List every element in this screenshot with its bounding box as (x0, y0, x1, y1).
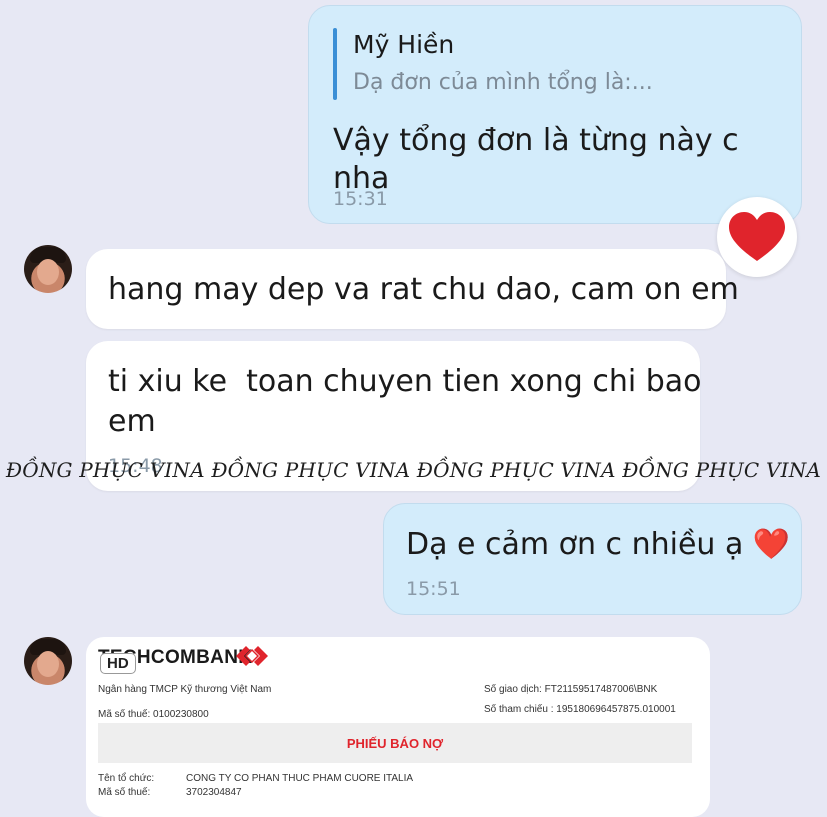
org-tax-value: 3702304847 (186, 787, 242, 798)
quote-bar (333, 28, 337, 100)
reaction-badge[interactable] (717, 197, 797, 277)
transaction-number: Số giao dịch: FT21159517487006\BNK (484, 684, 658, 695)
org-tax-label: Mã số thuế: (98, 787, 151, 798)
hd-badge: HD (100, 653, 136, 674)
message-text: Vậy tổng đơn là từng này c nha (333, 123, 739, 196)
quote-author[interactable]: Mỹ Hiền (353, 30, 454, 59)
outgoing-message-quoted[interactable]: Mỹ Hiền Dạ đơn của mình tổng là:... Vậy … (308, 5, 802, 224)
receipt-title: PHIẾU BÁO NỢ (346, 736, 444, 751)
incoming-message[interactable]: hang may dep va rat chu dao, cam on em (86, 249, 739, 329)
message-text-line-2: em (108, 404, 156, 439)
heart-icon (729, 212, 785, 261)
tax-id: Mã số thuế: 0100230800 (98, 709, 209, 720)
org-label: Tên tổ chức: (98, 773, 155, 784)
message-time: 15:31 (333, 188, 388, 210)
bank-name: Ngân hàng TMCP Kỹ thương Việt Nam (98, 684, 272, 695)
receipt-title-band: PHIẾU BÁO NỢ (98, 723, 692, 763)
quote-preview: Dạ đơn của mình tổng là:... (353, 70, 653, 95)
contact-avatar[interactable] (24, 245, 72, 293)
reference-number: Số tham chiếu : 195180696457875.010001 (484, 704, 676, 715)
contact-avatar[interactable] (24, 637, 72, 685)
org-value: CONG TY CO PHAN THUC PHAM CUORE ITALIA (186, 773, 414, 784)
techcombank-logo-icon (236, 646, 268, 666)
outgoing-message[interactable]: Dạ e cảm ơn c nhiều ạ ❤️ 15:51 (383, 503, 802, 615)
message-text-line-1: ti xiu ke toan chuyen tien xong chi bao (108, 364, 702, 399)
message-text: Dạ e cảm ơn c nhiều ạ ❤️ (406, 527, 791, 562)
message-time: 15:51 (406, 578, 461, 600)
message-text: hang may dep va rat chu dao, cam on em (108, 272, 739, 307)
watermark-text: ĐỒNG PHỤC VINA ĐỒNG PHỤC VINA ĐỒNG PHỤC … (5, 458, 822, 482)
receipt-image-message[interactable]: TECHCOMBANK HD Ngân hàng TMCP Kỹ thương … (86, 637, 710, 817)
